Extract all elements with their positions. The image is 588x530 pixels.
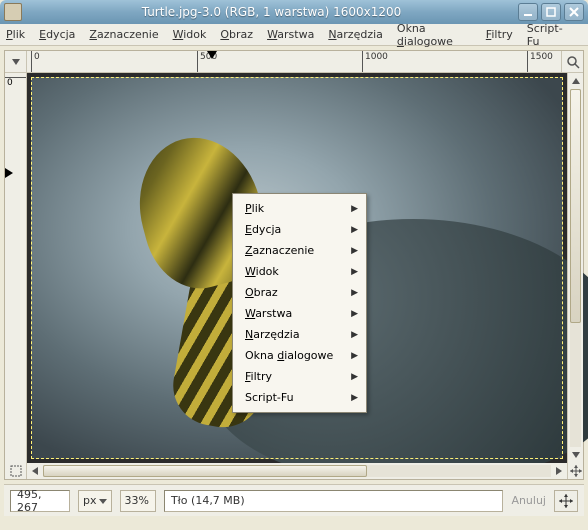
ctx-obraz[interactable]: Obraz▶ (233, 282, 366, 303)
submenu-arrow-icon: ▶ (351, 246, 358, 256)
menu-zaznaczenie[interactable]: Zaznaczenie (89, 28, 158, 41)
ruler-tick-label: 1000 (365, 52, 388, 62)
navigation-button[interactable] (554, 490, 578, 512)
scroll-right-arrow-icon[interactable] (551, 463, 567, 479)
scrollbar-thumb[interactable] (43, 465, 367, 477)
submenu-arrow-icon: ▶ (351, 351, 358, 361)
zoom-button[interactable] (561, 51, 583, 73)
navigation-preview-button[interactable] (567, 463, 583, 479)
unit-selector[interactable]: px (78, 490, 112, 512)
submenu-arrow-icon: ▶ (351, 225, 358, 235)
pointer-coordinates: 495, 267 (10, 490, 70, 512)
window-title: Turtle.jpg-3.0 (RGB, 1 warstwa) 1600x120… (28, 5, 515, 19)
submenu-arrow-icon: ▶ (351, 330, 358, 340)
submenu-arrow-icon: ▶ (351, 309, 358, 319)
close-button[interactable] (564, 3, 584, 21)
submenu-arrow-icon: ▶ (351, 204, 358, 214)
app-icon (4, 3, 22, 21)
ctx-narzedzia[interactable]: Narzędzia▶ (233, 324, 366, 345)
vertical-scrollbar[interactable] (567, 73, 583, 463)
ctx-widok[interactable]: Widok▶ (233, 261, 366, 282)
scrollbar-thumb[interactable] (570, 89, 581, 323)
image-window: 0 500 1000 1500 0 Plik▶ Edycja▶ Zaznacze… (4, 50, 584, 480)
minimize-button[interactable] (518, 3, 538, 21)
menu-plik[interactable]: Plik (6, 28, 25, 41)
ruler-vertical[interactable]: 0 (5, 73, 27, 463)
submenu-arrow-icon: ▶ (351, 288, 358, 298)
quickmask-toggle[interactable] (5, 463, 27, 479)
menu-widok[interactable]: Widok (173, 28, 207, 41)
zoom-value: 33% (125, 494, 149, 507)
menu-scriptfu[interactable]: Script-Fu (527, 22, 568, 48)
submenu-arrow-icon: ▶ (351, 393, 358, 403)
ctx-filtry[interactable]: Filtry▶ (233, 366, 366, 387)
menu-obraz[interactable]: Obraz (220, 28, 253, 41)
menu-narzedzia[interactable]: Narzędzia (328, 28, 383, 41)
ruler-position-marker (207, 51, 217, 64)
horizontal-scrollbar[interactable] (27, 463, 567, 479)
submenu-arrow-icon: ▶ (351, 267, 358, 277)
submenu-arrow-icon: ▶ (351, 372, 358, 382)
zoom-selector[interactable]: 33% (120, 490, 156, 512)
ruler-position-marker (5, 163, 15, 182)
ruler-tick-label: 0 (34, 52, 40, 62)
ruler-tick-label: 0 (7, 78, 13, 88)
scroll-up-arrow-icon[interactable] (568, 73, 583, 89)
status-bar: 495, 267 px 33% Tło (14,7 MB) Anuluj (4, 484, 584, 516)
menu-access-button[interactable] (5, 51, 27, 73)
active-layer-info: Tło (14,7 MB) (164, 490, 503, 512)
context-menu: Plik▶ Edycja▶ Zaznaczenie▶ Widok▶ Obraz▶… (232, 193, 367, 413)
unit-label: px (83, 494, 97, 507)
ctx-okna-dialogowe[interactable]: Okna dialogowe▶ (233, 345, 366, 366)
scroll-down-arrow-icon[interactable] (568, 447, 583, 463)
scroll-left-arrow-icon[interactable] (27, 463, 43, 479)
maximize-button[interactable] (541, 3, 561, 21)
ctx-scriptfu[interactable]: Script-Fu▶ (233, 387, 366, 408)
menu-filtry[interactable]: Filtry (486, 28, 513, 41)
cancel-label: Anuluj (511, 494, 546, 507)
ctx-zaznaczenie[interactable]: Zaznaczenie▶ (233, 240, 366, 261)
ctx-edycja[interactable]: Edycja▶ (233, 219, 366, 240)
menu-okna-dialogowe[interactable]: Okna dialogowe (397, 22, 472, 48)
menu-bar: Plik Edycja Zaznaczenie Widok Obraz Wars… (0, 24, 588, 46)
menu-edycja[interactable]: Edycja (39, 28, 75, 41)
ctx-warstwa[interactable]: Warstwa▶ (233, 303, 366, 324)
ctx-plik[interactable]: Plik▶ (233, 198, 366, 219)
menu-warstwa[interactable]: Warstwa (267, 28, 314, 41)
window-titlebar: Turtle.jpg-3.0 (RGB, 1 warstwa) 1600x120… (0, 0, 588, 24)
ruler-horizontal[interactable]: 0 500 1000 1500 (27, 51, 561, 73)
dropdown-arrow-icon (99, 497, 107, 505)
ruler-tick-label: 1500 (530, 52, 553, 62)
canvas[interactable]: Plik▶ Edycja▶ Zaznaczenie▶ Widok▶ Obraz▶… (27, 73, 567, 463)
